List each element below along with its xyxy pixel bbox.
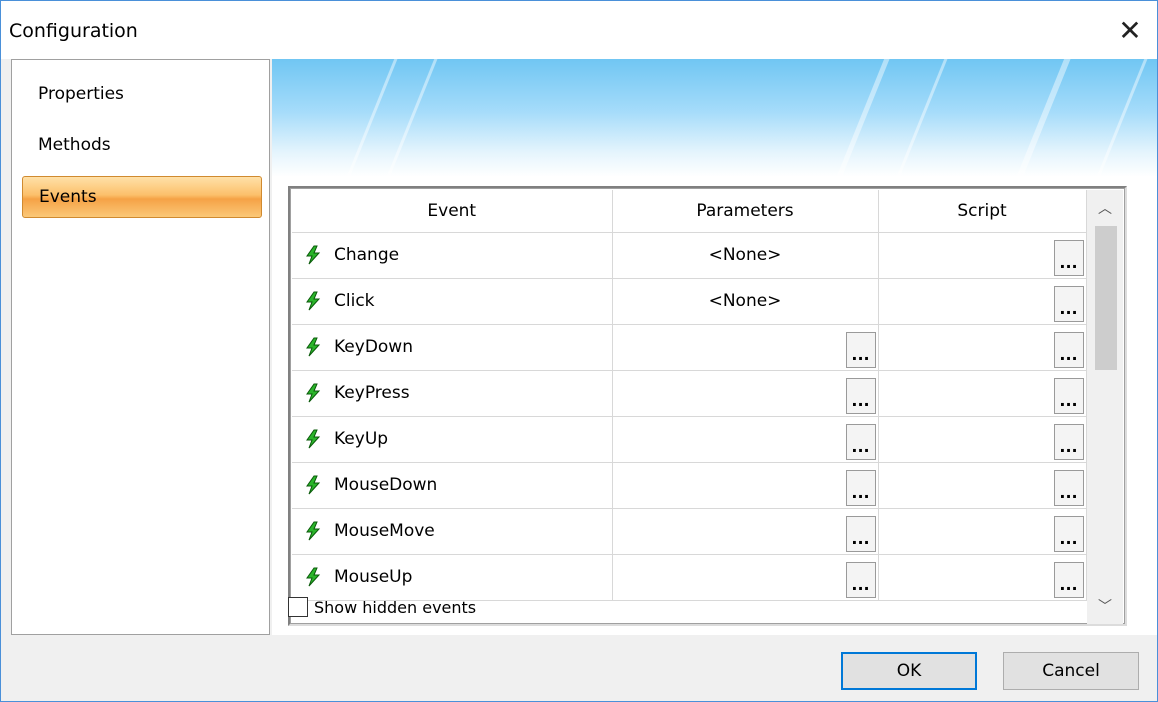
event-cell[interactable]: MouseMove <box>292 508 613 555</box>
parameters-cell[interactable]: ... <box>612 324 879 371</box>
parameters-cell[interactable]: <None> <box>612 232 879 279</box>
table-row[interactable]: KeyPress...... <box>292 370 1087 417</box>
event-name: MouseDown <box>334 475 438 495</box>
lightning-bolt-icon <box>306 567 321 587</box>
parameters-ellipsis-button[interactable]: ... <box>845 469 876 506</box>
parameters-cell[interactable]: <None> <box>612 278 879 325</box>
column-header-parameters[interactable]: Parameters <box>612 190 879 233</box>
parameters-cell[interactable]: ... <box>612 508 879 555</box>
event-cell[interactable]: KeyDown <box>292 324 613 371</box>
sidebar-item-methods[interactable]: Methods <box>22 125 262 167</box>
show-hidden-label: Show hidden events <box>314 597 477 617</box>
event-name: Click <box>334 291 375 311</box>
event-cell[interactable]: KeyPress <box>292 370 613 417</box>
script-cell[interactable]: ... <box>878 416 1087 463</box>
scroll-thumb[interactable] <box>1095 226 1117 370</box>
event-cell[interactable]: MouseUp <box>292 554 613 601</box>
parameters-ellipsis-button[interactable]: ... <box>845 515 876 552</box>
scroll-down-icon[interactable]: ﹀ <box>1087 588 1123 624</box>
table-row[interactable]: KeyDown...... <box>292 324 1087 371</box>
column-header-event[interactable]: Event <box>292 190 613 233</box>
script-cell[interactable]: ... <box>878 462 1087 509</box>
lightning-bolt-icon <box>306 429 321 449</box>
event-cell[interactable]: MouseDown <box>292 462 613 509</box>
script-cell[interactable]: ... <box>878 324 1087 371</box>
parameters-cell[interactable]: ... <box>612 462 879 509</box>
table-row[interactable]: Click <None>... <box>292 278 1087 325</box>
event-name: KeyUp <box>334 429 389 449</box>
script-cell[interactable]: ... <box>878 232 1087 279</box>
sidebar-item-properties[interactable]: Properties <box>22 74 262 116</box>
table-row[interactable]: MouseMove...... <box>292 508 1087 555</box>
event-cell[interactable]: Click <box>292 278 613 325</box>
table-row[interactable]: MouseDown...... <box>292 462 1087 509</box>
sidebar: Properties Methods Events <box>11 59 270 635</box>
parameters-value: <None> <box>708 245 782 265</box>
event-name: Change <box>334 245 400 265</box>
lightning-bolt-icon <box>306 521 321 541</box>
scroll-up-icon[interactable]: ︿ <box>1087 190 1123 226</box>
script-ellipsis-button[interactable]: ... <box>1053 331 1084 368</box>
dialog-title: Configuration <box>9 20 138 42</box>
script-cell[interactable]: ... <box>878 278 1087 325</box>
title-bar: Configuration ✕ <box>1 1 1157 59</box>
table-row[interactable]: MouseUp...... <box>292 554 1087 601</box>
script-ellipsis-button[interactable]: ... <box>1053 469 1084 506</box>
parameters-cell[interactable]: ... <box>612 554 879 601</box>
lightning-bolt-icon <box>306 337 321 357</box>
vertical-scrollbar[interactable]: ︿ ﹀ <box>1087 190 1123 624</box>
table-row[interactable]: KeyUp...... <box>292 416 1087 463</box>
parameters-ellipsis-button[interactable]: ... <box>845 423 876 460</box>
table-row[interactable]: Change <None>... <box>292 232 1087 279</box>
script-ellipsis-button[interactable]: ... <box>1053 239 1084 276</box>
parameters-cell[interactable]: ... <box>612 370 879 417</box>
parameters-cell[interactable]: ... <box>612 416 879 463</box>
parameters-ellipsis-button[interactable]: ... <box>845 331 876 368</box>
script-cell[interactable]: ... <box>878 554 1087 601</box>
column-header-script[interactable]: Script <box>878 190 1087 233</box>
parameters-value: <None> <box>708 291 782 311</box>
parameters-ellipsis-button[interactable]: ... <box>845 561 876 598</box>
ok-button[interactable]: OK <box>841 652 977 690</box>
lightning-bolt-icon <box>306 383 321 403</box>
content-panel: Event Parameters Script Change <None>... C… <box>272 59 1157 635</box>
script-ellipsis-button[interactable]: ... <box>1053 561 1084 598</box>
header-banner <box>272 59 1157 177</box>
event-name: KeyPress <box>334 383 410 403</box>
event-cell[interactable]: KeyUp <box>292 416 613 463</box>
cancel-button[interactable]: Cancel <box>1003 652 1139 690</box>
events-grid: Event Parameters Script Change <None>... C… <box>288 186 1127 626</box>
script-cell[interactable]: ... <box>878 508 1087 555</box>
script-ellipsis-button[interactable]: ... <box>1053 285 1084 322</box>
configuration-dialog: Configuration ✕ Properties Methods Event… <box>0 0 1158 702</box>
event-name: KeyDown <box>334 337 413 357</box>
close-icon: ✕ <box>1118 13 1142 47</box>
script-ellipsis-button[interactable]: ... <box>1053 515 1084 552</box>
close-button[interactable]: ✕ <box>1103 1 1157 59</box>
event-name: MouseMove <box>334 521 435 541</box>
show-hidden-option[interactable]: Show hidden events <box>288 595 476 619</box>
show-hidden-checkbox[interactable] <box>288 597 308 617</box>
lightning-bolt-icon <box>306 245 321 265</box>
lightning-bolt-icon <box>306 475 321 495</box>
table-header-row: Event Parameters Script <box>292 190 1087 233</box>
script-ellipsis-button[interactable]: ... <box>1053 423 1084 460</box>
parameters-ellipsis-button[interactable]: ... <box>845 377 876 414</box>
event-name: MouseUp <box>334 567 413 587</box>
event-cell[interactable]: Change <box>292 232 613 279</box>
script-cell[interactable]: ... <box>878 370 1087 417</box>
events-table: Event Parameters Script Change <None>... C… <box>292 190 1087 601</box>
script-ellipsis-button[interactable]: ... <box>1053 377 1084 414</box>
sidebar-item-events[interactable]: Events <box>22 176 262 218</box>
lightning-bolt-icon <box>306 291 321 311</box>
